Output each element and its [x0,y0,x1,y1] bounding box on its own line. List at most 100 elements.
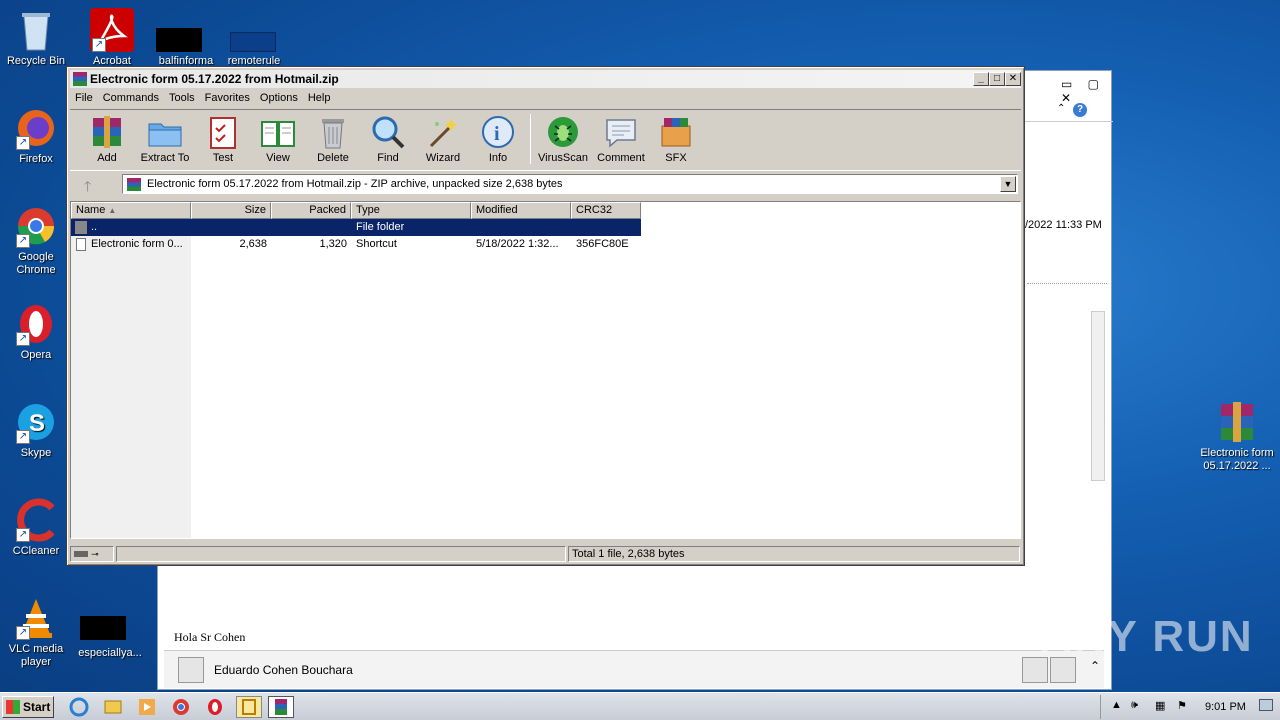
file-list: Name ▲ Size Packed Type Modified CRC32 .… [70,201,1021,539]
skype-icon: S ↗ [14,400,58,444]
test-button[interactable]: Test [195,114,251,164]
recycle-bin-icon [14,8,58,52]
toolbar: Add Extract To Test View Delete Find Wiz… [70,109,1021,171]
desktop-icon-opera[interactable]: ↗ Opera [0,302,72,362]
ccleaner-icon: ↗ [14,498,58,542]
sfx-button[interactable]: SFX [648,114,704,164]
delete-button[interactable]: Delete [305,114,361,164]
ie-icon[interactable] [66,696,92,718]
start-button[interactable]: Start [2,696,54,718]
close-button[interactable]: ✕ [1005,72,1021,86]
app-taskbar-icon[interactable] [236,696,262,718]
bug-icon [545,114,581,150]
bg-window-controls[interactable]: ▭ ▢ ✕ [1061,77,1111,105]
sfx-icon [658,114,694,150]
menu-file[interactable]: File [70,89,98,107]
minimize-button[interactable]: _ [973,72,989,86]
status-left [116,546,566,562]
title-bar[interactable]: Electronic form 05.17.2022 from Hotmail.… [70,70,1021,88]
volume-icon[interactable]: 🕪 [1131,699,1138,712]
desktop-icon-vlc[interactable]: ↗ VLC media player [0,596,72,669]
view-button[interactable]: View [250,114,306,164]
desktop-icon-balfinforma[interactable]: balfinforma [150,8,222,68]
windows-logo-icon [6,700,20,714]
winrar-icon [73,72,87,86]
info-icon: i [480,114,516,150]
maximize-button[interactable]: □ [989,72,1005,86]
address-field[interactable]: Electronic form 05.17.2022 from Hotmail.… [122,174,1018,194]
file-icon [80,608,132,652]
address-bar-row: 🡑 Electronic form 05.17.2022 from Hotmai… [70,173,1021,197]
winrar-taskbar-icon[interactable] [268,696,294,718]
vlc-icon: ↗ [14,596,58,640]
desktop-icon-skype[interactable]: S ↗ Skype [0,400,72,460]
desktop-icon-especially[interactable]: especiallya... [74,608,146,660]
comment-button[interactable]: Comment [593,114,649,164]
desktop-icon-firefox[interactable]: ↗ Firefox [0,106,72,166]
firefox-icon: ↗ [14,106,58,150]
book-icon [260,114,296,150]
opera-taskbar-icon[interactable] [202,696,228,718]
explorer-icon[interactable] [100,696,126,718]
column-modified[interactable]: Modified [471,202,571,219]
clipboard-check-icon [205,114,241,150]
info-button[interactable]: i Info [470,114,526,164]
desktop-icon-winrar-archive[interactable]: Electronic form 05.17.2022 ... [1198,400,1276,473]
table-row[interactable]: Electronic form 0... 2,638 1,320 Shortcu… [71,236,641,253]
column-name[interactable]: Name ▲ [71,202,191,219]
extract-to-button[interactable]: Extract To [137,114,193,164]
folder-icon [147,114,183,150]
network-icon[interactable]: ▦ [1155,699,1165,712]
opera-icon: ↗ [14,302,58,346]
winrar-window: Electronic form 05.17.2022 from Hotmail.… [66,66,1025,566]
up-arrow-icon[interactable]: 🡑 [84,176,91,200]
chrome-taskbar-icon[interactable] [168,696,194,718]
column-size[interactable]: Size [191,202,271,219]
svg-text:S: S [29,410,45,437]
help-icon[interactable]: ? [1073,103,1087,117]
virusscan-button[interactable]: VirusScan [535,114,591,164]
clock[interactable]: 9:01 PM [1205,701,1246,713]
winrar-icon [1215,400,1259,444]
desktop-icon-ccleaner[interactable]: ↗ CCleaner [0,498,72,558]
column-crc32[interactable]: CRC32 [571,202,641,219]
address-text: Electronic form 05.17.2022 from Hotmail.… [147,178,563,190]
find-button[interactable]: Find [360,114,416,164]
menu-commands[interactable]: Commands [98,89,164,107]
add-button[interactable]: Add [79,114,135,164]
menu-favorites[interactable]: Favorites [200,89,255,107]
status-bar: ⊸ Total 1 file, 2,638 bytes [70,545,1021,563]
taskbar: Start ▲ 🕪 ▦ ⚑ 9:01 PM [0,692,1280,720]
chevron-up-icon[interactable]: ⌃ [1057,103,1065,114]
menu-bar: File Commands Tools Favorites Options Help [70,89,1021,107]
desktop-icon-acrobat[interactable]: ↗ Acrobat [76,8,148,68]
desktop-icon-recycle-bin[interactable]: Recycle Bin [0,8,72,68]
column-packed[interactable]: Packed [271,202,351,219]
comment-icon [603,114,639,150]
desktop-icon-remoterule[interactable]: remoterule [218,8,290,68]
column-type[interactable]: Type [351,202,471,219]
watermark: ANY RUN [1040,612,1254,661]
scrollbar[interactable] [1091,311,1105,481]
menu-help[interactable]: Help [303,89,336,107]
magic-wand-icon [425,114,461,150]
chrome-icon: ↗ [14,204,58,248]
trash-icon [315,114,351,150]
desktop-icon-chrome[interactable]: ↗ Google Chrome [0,204,72,277]
email-body-text: Hola Sr Cohen [174,630,246,644]
file-icon [156,8,208,52]
media-player-icon[interactable] [134,696,160,718]
dropdown-arrow-icon[interactable]: ▼ [1000,176,1016,192]
chevron-up-icon[interactable]: ▲ [1111,699,1122,711]
menu-tools[interactable]: Tools [164,89,200,107]
flag-icon[interactable]: ⚑ [1177,699,1187,712]
menu-options[interactable]: Options [255,89,303,107]
wizard-button[interactable]: Wizard [415,114,471,164]
shortcut-file-icon [76,238,86,251]
show-desktop-icon[interactable] [1259,699,1273,711]
avatar [178,657,204,683]
drive-key-icon[interactable]: ⊸ [70,546,114,562]
table-row[interactable]: .. File folder [71,219,641,236]
window-title: Electronic form 05.17.2022 from Hotmail.… [90,72,339,86]
folder-up-icon [75,221,87,234]
